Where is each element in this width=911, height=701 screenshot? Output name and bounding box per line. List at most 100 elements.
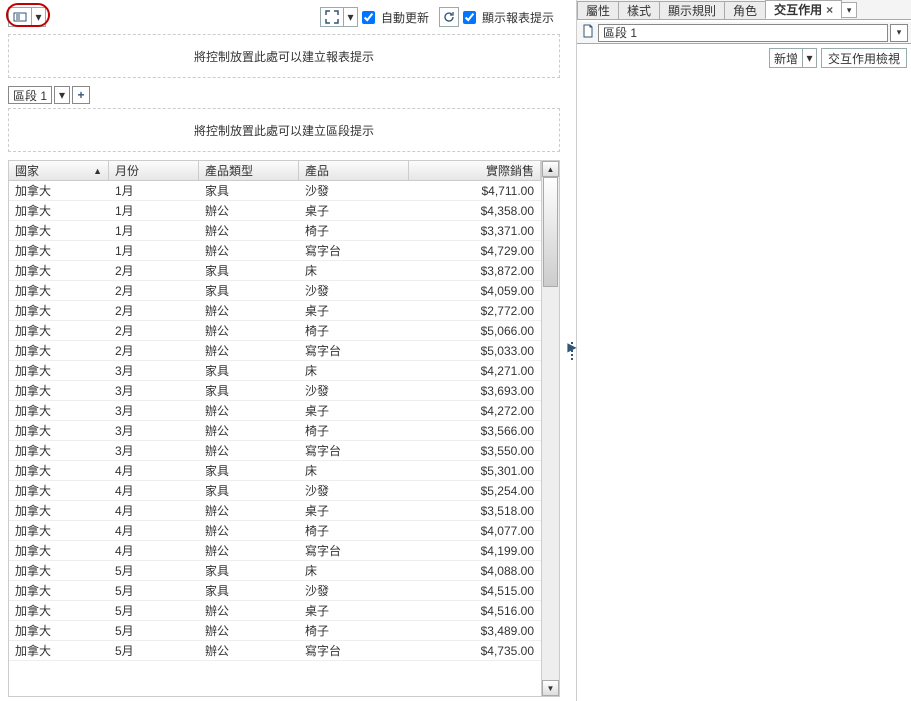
tab-roles[interactable]: 角色 — [724, 1, 766, 19]
table-row[interactable]: 加拿大1月家具沙發$4,711.00 — [9, 181, 541, 201]
cell: 辦公 — [199, 221, 299, 240]
cell: 椅子 — [299, 321, 409, 340]
cell: $4,711.00 — [409, 181, 541, 200]
selector-dropdown[interactable]: ▾ — [890, 24, 908, 42]
cell: $3,550.00 — [409, 441, 541, 460]
cell: $3,371.00 — [409, 221, 541, 240]
cell: 加拿大 — [9, 221, 109, 240]
cell: 2月 — [109, 281, 199, 300]
scroll-thumb[interactable] — [543, 177, 558, 287]
table-row[interactable]: 加拿大1月辦公寫字台$4,729.00 — [9, 241, 541, 261]
table-row[interactable]: 加拿大3月家具沙發$3,693.00 — [9, 381, 541, 401]
tabs-more-button[interactable]: ▾ — [841, 2, 857, 18]
cell: $5,254.00 — [409, 481, 541, 500]
table-row[interactable]: 加拿大1月辦公桌子$4,358.00 — [9, 201, 541, 221]
show-prompt-checkbox[interactable] — [463, 11, 476, 24]
scroll-down-button[interactable]: ▼ — [542, 680, 559, 696]
cell: 4月 — [109, 461, 199, 480]
col-sales[interactable]: 實際銷售 — [409, 161, 541, 180]
cell: 加拿大 — [9, 621, 109, 640]
close-icon[interactable]: × — [826, 3, 833, 17]
table-row[interactable]: 加拿大5月家具沙發$4,515.00 — [9, 581, 541, 601]
cell: 家具 — [199, 561, 299, 580]
section-label[interactable]: 區段 1 — [8, 86, 52, 104]
cell: 加拿大 — [9, 481, 109, 500]
cell: $4,199.00 — [409, 541, 541, 560]
cell: 家具 — [199, 281, 299, 300]
cell: $3,693.00 — [409, 381, 541, 400]
section-dropdown[interactable]: ▾ — [54, 86, 70, 104]
cell: 加拿大 — [9, 541, 109, 560]
refresh-icon — [442, 10, 456, 24]
cell: 加拿大 — [9, 241, 109, 260]
table-row[interactable]: 加拿大2月家具沙發$4,059.00 — [9, 281, 541, 301]
table-row[interactable]: 加拿大4月辦公寫字台$4,199.00 — [9, 541, 541, 561]
cell: 沙發 — [299, 381, 409, 400]
cell: 1月 — [109, 221, 199, 240]
pane-splitter[interactable]: ▶ — [568, 0, 576, 701]
scroll-up-button[interactable]: ▲ — [542, 161, 559, 177]
cell: 2月 — [109, 301, 199, 320]
table-row[interactable]: 加拿大3月辦公寫字台$3,550.00 — [9, 441, 541, 461]
menu-button[interactable]: ▾ — [8, 7, 46, 27]
cell: $4,088.00 — [409, 561, 541, 580]
tab-properties[interactable]: 屬性 — [577, 1, 619, 19]
scroll-track[interactable] — [542, 177, 559, 680]
vertical-scrollbar[interactable]: ▲ ▼ — [541, 161, 559, 696]
report-prompt-dropzone[interactable]: 將控制放置此處可以建立報表提示 — [8, 34, 560, 78]
selector-field[interactable]: 區段 1 — [598, 24, 888, 42]
table-row[interactable]: 加拿大2月辦公桌子$2,772.00 — [9, 301, 541, 321]
chevron-down-icon: ▾ — [343, 8, 357, 26]
cell: 椅子 — [299, 221, 409, 240]
tab-styles[interactable]: 樣式 — [618, 1, 660, 19]
cell: 加拿大 — [9, 401, 109, 420]
table-body: 加拿大1月家具沙發$4,711.00加拿大1月辦公桌子$4,358.00加拿大1… — [9, 181, 541, 696]
expand-button[interactable]: ▾ — [320, 7, 358, 27]
cell: 3月 — [109, 381, 199, 400]
table-row[interactable]: 加拿大5月辦公椅子$3,489.00 — [9, 621, 541, 641]
table-row[interactable]: 加拿大3月辦公桌子$4,272.00 — [9, 401, 541, 421]
cell: 辦公 — [199, 521, 299, 540]
cell: 床 — [299, 561, 409, 580]
table-row[interactable]: 加拿大2月家具床$3,872.00 — [9, 261, 541, 281]
cell: 沙發 — [299, 181, 409, 200]
table-row[interactable]: 加拿大1月辦公椅子$3,371.00 — [9, 221, 541, 241]
table-row[interactable]: 加拿大4月辦公椅子$4,077.00 — [9, 521, 541, 541]
cell: 椅子 — [299, 421, 409, 440]
table-row[interactable]: 加拿大4月家具沙發$5,254.00 — [9, 481, 541, 501]
col-country[interactable]: 國家▲ — [9, 161, 109, 180]
tab-interaction[interactable]: 交互作用 × — [765, 0, 842, 19]
table-row[interactable]: 加拿大3月辦公椅子$3,566.00 — [9, 421, 541, 441]
interaction-view-button[interactable]: 交互作用檢視 — [821, 48, 907, 68]
cell: 加拿大 — [9, 601, 109, 620]
table-row[interactable]: 加拿大5月辦公寫字台$4,735.00 — [9, 641, 541, 661]
table-row[interactable]: 加拿大2月辦公寫字台$5,033.00 — [9, 341, 541, 361]
cell: $3,518.00 — [409, 501, 541, 520]
table-row[interactable]: 加拿大5月辦公桌子$4,516.00 — [9, 601, 541, 621]
section-prompt-dropzone[interactable]: 將控制放置此處可以建立區段提示 — [8, 108, 560, 152]
tab-display-rules[interactable]: 顯示規則 — [659, 1, 725, 19]
table-row[interactable]: 加拿大4月辦公桌子$3,518.00 — [9, 501, 541, 521]
col-type[interactable]: 產品類型 — [199, 161, 299, 180]
cell: 床 — [299, 261, 409, 280]
cell: $3,872.00 — [409, 261, 541, 280]
refresh-button[interactable] — [439, 7, 459, 27]
auto-refresh-checkbox[interactable] — [362, 11, 375, 24]
add-section-button[interactable]: + — [72, 86, 90, 104]
col-product[interactable]: 產品 — [299, 161, 409, 180]
cell: 辦公 — [199, 641, 299, 660]
cell: 加拿大 — [9, 361, 109, 380]
cell: 加拿大 — [9, 321, 109, 340]
col-month[interactable]: 月份 — [109, 161, 199, 180]
cell: $4,059.00 — [409, 281, 541, 300]
cell: 家具 — [199, 481, 299, 500]
table-row[interactable]: 加拿大5月家具床$4,088.00 — [9, 561, 541, 581]
cell: 辦公 — [199, 541, 299, 560]
add-button[interactable]: 新增 ▾ — [769, 48, 817, 68]
table-row[interactable]: 加拿大3月家具床$4,271.00 — [9, 361, 541, 381]
cell: 家具 — [199, 181, 299, 200]
cell: 辦公 — [199, 301, 299, 320]
table-row[interactable]: 加拿大2月辦公椅子$5,066.00 — [9, 321, 541, 341]
table-row[interactable]: 加拿大4月家具床$5,301.00 — [9, 461, 541, 481]
chevron-down-icon: ▾ — [802, 49, 816, 67]
